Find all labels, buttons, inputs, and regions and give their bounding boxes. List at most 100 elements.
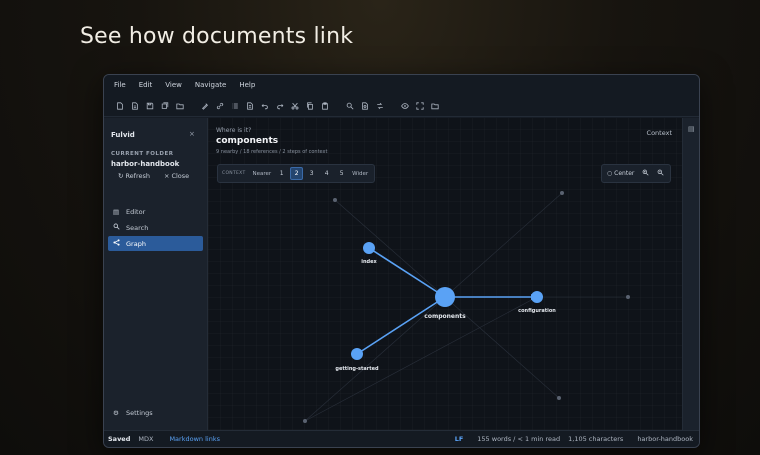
current-folder-name: harbor-handbook	[111, 160, 180, 168]
save-status: Saved	[108, 435, 131, 443]
node-configuration[interactable]	[531, 291, 543, 303]
sidebar-item-editor[interactable]: ▤ Editor	[108, 204, 203, 219]
page-headline: See how documents link	[80, 24, 354, 49]
depth-1-button[interactable]: 1	[275, 167, 288, 180]
node-label-getting-started: getting-started	[335, 366, 379, 372]
open-folder-icon[interactable]	[427, 98, 442, 113]
context-toggle[interactable]: Context	[647, 129, 672, 137]
node-index[interactable]	[363, 242, 375, 254]
menu-bar: File Edit View Navigate Help	[104, 75, 699, 95]
faint-node[interactable]	[557, 396, 561, 400]
save-all-icon[interactable]	[157, 98, 172, 113]
faint-edge	[304, 296, 538, 422]
list-icon[interactable]	[227, 98, 242, 113]
zoom-in-icon[interactable]	[642, 169, 649, 178]
menu-edit[interactable]: Edit	[139, 81, 153, 89]
node-label-configuration: configuration	[518, 308, 556, 314]
close-folder-button[interactable]: × Close	[164, 172, 189, 180]
settings-button[interactable]: ⚙ Settings	[108, 405, 203, 420]
graph-icon	[113, 239, 123, 248]
center-button[interactable]: ○ Center	[607, 170, 634, 177]
link-icon[interactable]	[212, 98, 227, 113]
open-file-icon[interactable]	[127, 98, 142, 113]
gear-icon: ⚙	[113, 408, 119, 417]
faint-node[interactable]	[333, 198, 337, 202]
save-icon[interactable]	[142, 98, 157, 113]
outline-icon[interactable]: ▤	[688, 125, 695, 133]
editor-icon: ▤	[113, 207, 120, 216]
undo-icon[interactable]	[257, 98, 272, 113]
folder-icon[interactable]	[172, 98, 187, 113]
menu-view[interactable]: View	[165, 81, 182, 89]
faint-nodes	[303, 191, 630, 423]
menu-help[interactable]: Help	[239, 81, 255, 89]
edge-index-components	[368, 247, 446, 298]
format-icon[interactable]	[197, 98, 212, 113]
settings-label: Settings	[126, 408, 153, 417]
depth-2-button[interactable]: 2	[290, 167, 304, 180]
word-count: 155 words / < 1 min read	[477, 435, 561, 443]
char-count: 1,105 characters	[568, 435, 624, 443]
preview-icon[interactable]	[397, 98, 412, 113]
sidebar-item-search[interactable]: Search	[108, 220, 203, 235]
faint-node[interactable]	[560, 191, 564, 195]
sidebar-close-button[interactable]: ×	[189, 130, 195, 138]
toolbar	[104, 95, 699, 117]
graph-panel: components index configuration getting-s…	[208, 118, 682, 430]
menu-navigate[interactable]: Navigate	[195, 81, 226, 89]
sidebar-title: Fulvid	[111, 131, 135, 139]
paste-icon[interactable]	[317, 98, 332, 113]
refresh-button[interactable]: ↻ Refresh	[118, 172, 150, 180]
current-folder-label: CURRENT FOLDER	[111, 151, 174, 157]
document-icon[interactable]	[242, 98, 257, 113]
status-folder: harbor-handbook	[637, 435, 693, 443]
search-icon	[113, 223, 123, 232]
node-getting-started[interactable]	[351, 348, 363, 360]
mode-badge[interactable]: MDX	[134, 435, 157, 443]
graph-nodes	[351, 242, 543, 360]
sidebar-item-label: Editor	[126, 207, 146, 216]
close-icon: ×	[164, 172, 170, 180]
sidebar-item-graph[interactable]: Graph	[108, 236, 203, 251]
fullscreen-icon[interactable]	[412, 98, 427, 113]
link-style[interactable]: Markdown links	[165, 435, 224, 443]
cut-icon[interactable]	[287, 98, 302, 113]
faint-node[interactable]	[626, 295, 630, 299]
app-window: File Edit View Navigate Help Fulvid × CU…	[103, 74, 700, 448]
menu-file[interactable]: File	[114, 81, 126, 89]
new-file-icon[interactable]	[112, 98, 127, 113]
find-icon[interactable]	[342, 98, 357, 113]
wider-button[interactable]: Wider	[350, 171, 370, 177]
refresh-icon: ↻	[118, 172, 124, 180]
graph-summary: 9 nearby / 18 references / 2 steps of co…	[216, 149, 328, 155]
sidebar-item-label: Search	[126, 223, 149, 232]
edge-getting-started-components	[356, 296, 446, 355]
redo-icon[interactable]	[272, 98, 287, 113]
close-folder-label: Close	[171, 172, 190, 180]
faint-edges	[304, 192, 628, 422]
copy-icon[interactable]	[302, 98, 317, 113]
nearer-button[interactable]: Nearer	[251, 171, 274, 177]
depth-4-button[interactable]: 4	[320, 167, 333, 180]
replace-icon[interactable]	[372, 98, 387, 113]
line-ending[interactable]: LF	[451, 435, 468, 443]
node-components[interactable]	[435, 287, 455, 307]
refresh-label: Refresh	[125, 172, 150, 180]
zoom-out-icon[interactable]	[657, 169, 664, 178]
sidebar: Fulvid × CURRENT FOLDER harbor-handbook …	[104, 118, 208, 430]
faint-node[interactable]	[303, 419, 307, 423]
context-depth-label: CONTEXT	[222, 171, 246, 176]
find-in-file-icon[interactable]	[357, 98, 372, 113]
context-depth-control: CONTEXT Nearer 1 2 3 4 5 Wider	[217, 164, 376, 183]
graph-view-controls: ○ Center	[601, 164, 671, 183]
status-bar: Saved MDX Markdown links LF 155 words / …	[104, 430, 699, 447]
page-title: components	[216, 136, 279, 146]
center-label: Center	[614, 170, 635, 177]
node-label-index: index	[361, 259, 377, 265]
depth-5-button[interactable]: 5	[335, 167, 348, 180]
graph-question: Where is it?	[216, 127, 252, 134]
right-panel: ▤	[682, 118, 699, 430]
depth-3-button[interactable]: 3	[305, 167, 318, 180]
sidebar-item-label: Graph	[126, 239, 146, 248]
node-label-components: components	[424, 313, 466, 320]
